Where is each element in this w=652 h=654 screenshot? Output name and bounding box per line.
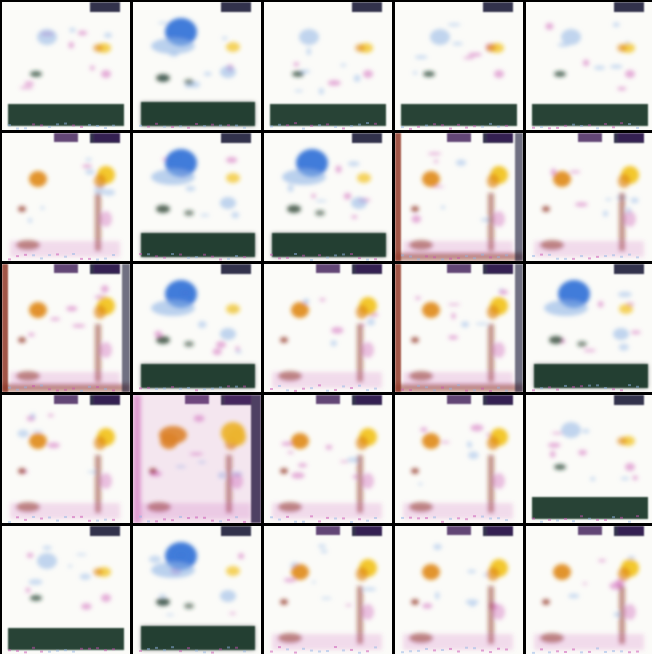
sample-tile [395, 526, 523, 654]
sample-image [2, 133, 130, 261]
sample-tile [133, 395, 261, 523]
sample-image [133, 133, 261, 261]
sample-image [526, 264, 652, 392]
sample-tile [264, 264, 392, 392]
sample-tile [395, 133, 523, 261]
sample-image [264, 133, 392, 261]
sample-image [264, 526, 392, 654]
sample-image [526, 2, 652, 130]
sample-image [395, 395, 523, 523]
sample-tile [133, 526, 261, 654]
sample-image [395, 2, 523, 130]
sample-tile [264, 133, 392, 261]
sample-tile [133, 133, 261, 261]
sample-image [133, 526, 261, 654]
sample-image [395, 526, 523, 654]
sample-image [395, 264, 523, 392]
sample-image [395, 133, 523, 261]
sample-tile [526, 264, 652, 392]
sample-tile [526, 526, 652, 654]
sample-tile [526, 133, 652, 261]
sample-tile [526, 2, 652, 130]
sample-image [133, 395, 261, 523]
sample-image [2, 526, 130, 654]
sample-image [2, 264, 130, 392]
sample-tile [395, 264, 523, 392]
sample-image [264, 264, 392, 392]
generated-sample-grid [0, 0, 652, 654]
sample-tile [133, 264, 261, 392]
sample-tile [2, 133, 130, 261]
sample-tile [264, 395, 392, 523]
sample-image [133, 264, 261, 392]
sample-image [264, 2, 392, 130]
sample-tile [264, 2, 392, 130]
sample-tile [2, 264, 130, 392]
sample-image [264, 395, 392, 523]
sample-image [133, 2, 261, 130]
sample-tile [264, 526, 392, 654]
sample-image [2, 2, 130, 130]
sample-tile [395, 395, 523, 523]
sample-image [2, 395, 130, 523]
sample-image [526, 526, 652, 654]
sample-tile [526, 395, 652, 523]
sample-tile [133, 2, 261, 130]
sample-tile [2, 2, 130, 130]
sample-tile [2, 395, 130, 523]
sample-image [526, 133, 652, 261]
sample-image [526, 395, 652, 523]
sample-tile [2, 526, 130, 654]
sample-tile [395, 2, 523, 130]
